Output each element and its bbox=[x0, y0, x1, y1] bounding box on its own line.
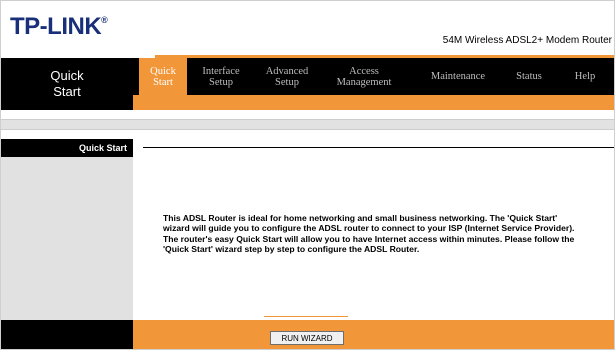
header: TP-LINK® 54M Wireless ADSL2+ Modem Route… bbox=[1, 1, 614, 55]
tab-interface-setup[interactable]: Interface Setup bbox=[195, 58, 247, 95]
current-section-label: Quick Start bbox=[1, 58, 133, 110]
section-divider bbox=[143, 147, 614, 148]
quick-start-description: This ADSL Router is ideal for home netwo… bbox=[163, 213, 575, 255]
run-wizard-button[interactable]: RUN WIZARD bbox=[270, 331, 344, 345]
tp-link-logo: TP-LINK® bbox=[10, 13, 108, 40]
left-column bbox=[1, 157, 133, 320]
router-admin-page: TP-LINK® 54M Wireless ADSL2+ Modem Route… bbox=[0, 0, 615, 350]
tab-help[interactable]: Help bbox=[565, 58, 605, 95]
button-focus-line bbox=[264, 316, 348, 317]
main-nav: Quick Start Interface Setup Advanced Set… bbox=[133, 58, 614, 95]
tab-advanced-setup[interactable]: Advanced Setup bbox=[259, 58, 315, 95]
section-title: Quick Start bbox=[1, 139, 133, 157]
tab-access-management[interactable]: Access Management bbox=[329, 58, 399, 95]
tab-maintenance[interactable]: Maintenance bbox=[417, 58, 499, 95]
tab-quick-start[interactable]: Quick Start bbox=[139, 58, 187, 95]
footer-left bbox=[1, 320, 133, 349]
subnav-strip bbox=[133, 95, 614, 110]
separator-band bbox=[1, 119, 614, 130]
footer-bar bbox=[133, 320, 614, 349]
model-name: 54M Wireless ADSL2+ Modem Router bbox=[442, 35, 612, 46]
tab-status[interactable]: Status bbox=[507, 58, 551, 95]
